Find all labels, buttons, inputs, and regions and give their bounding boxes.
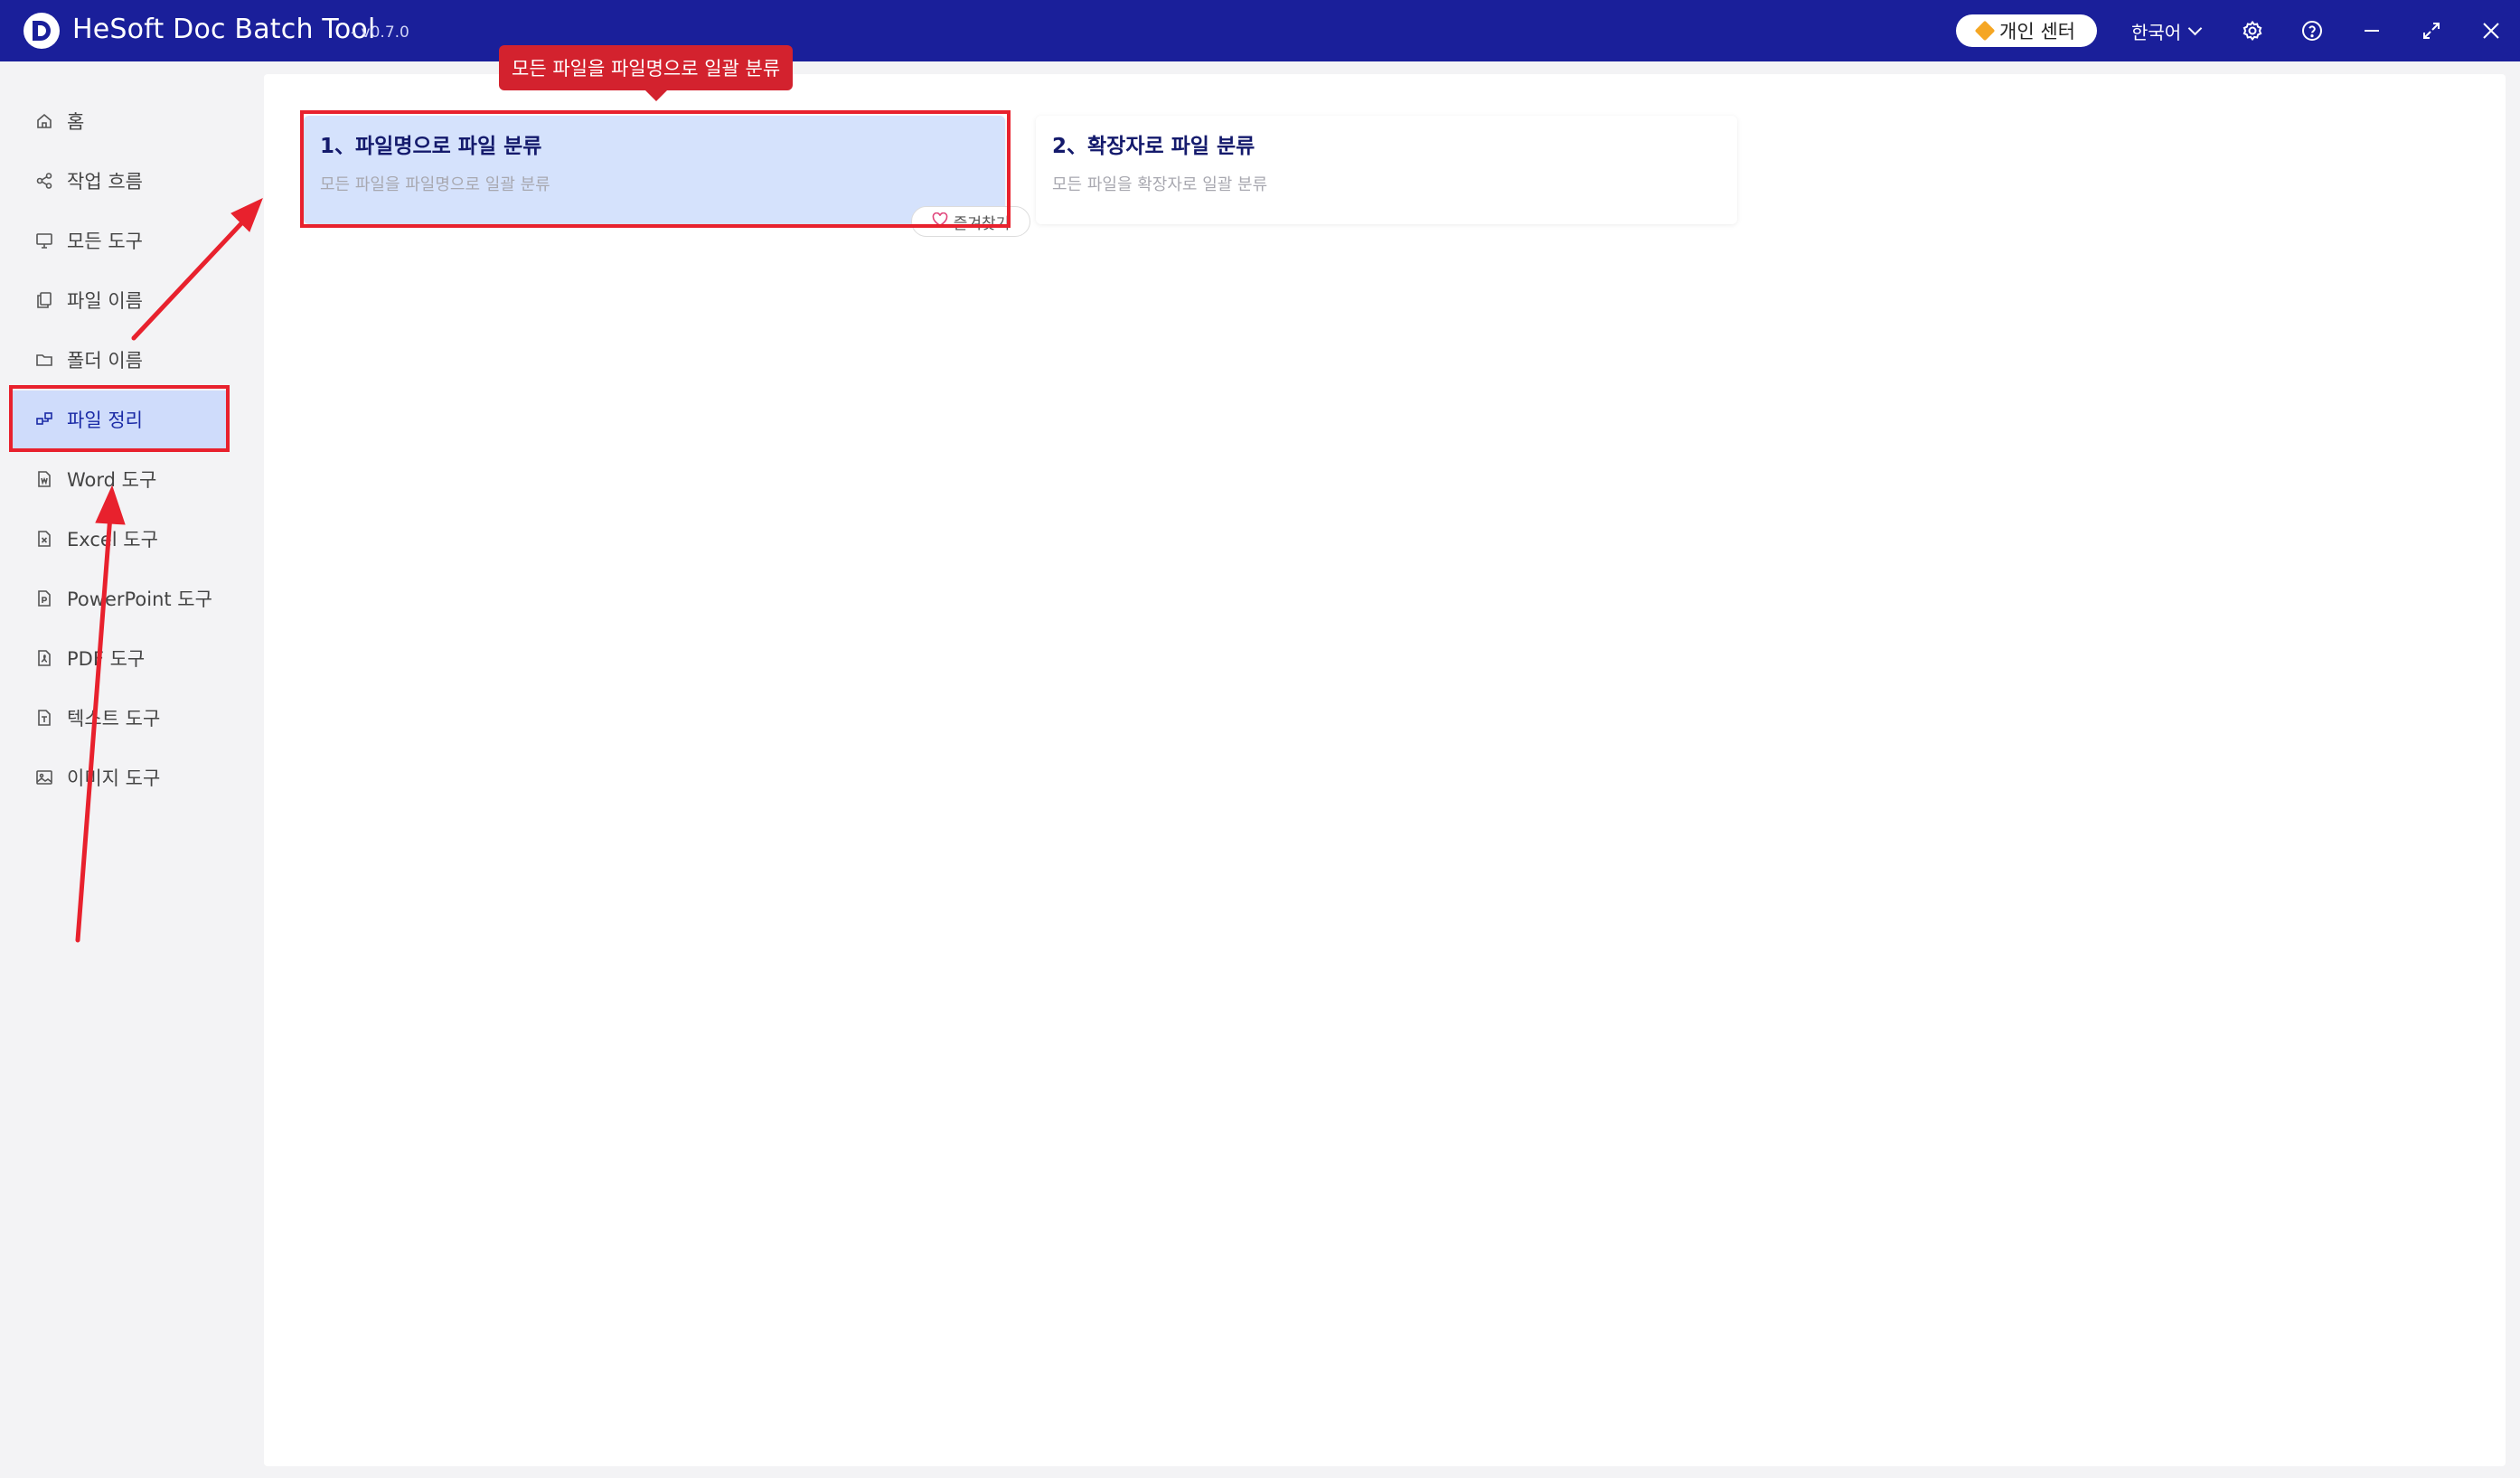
diamond-icon xyxy=(1974,20,1996,42)
language-label: 한국어 xyxy=(2131,22,2182,43)
sidebar-item-label: 작업 흐름 xyxy=(67,171,143,193)
app-logo-icon xyxy=(24,13,60,49)
sidebar-item-label: PowerPoint 도구 xyxy=(67,588,212,610)
sidebar-item-label: 텍스트 도구 xyxy=(67,708,161,730)
close-icon[interactable] xyxy=(2477,16,2506,45)
sidebar-item-label: 파일 이름 xyxy=(67,290,143,312)
sidebar-item-pdf-tools[interactable]: PDF 도구 xyxy=(13,629,228,687)
sidebar-item-home[interactable]: 홈 xyxy=(13,92,228,150)
sidebar-item-all-tools[interactable]: 모든 도구 xyxy=(13,212,228,269)
sidebar-item-powerpoint-tools[interactable]: PowerPoint 도구 xyxy=(13,570,228,627)
folder-icon xyxy=(34,350,54,370)
app-version: - v0.7.0 xyxy=(351,24,409,42)
sidebar-item-label: Excel 도구 xyxy=(67,529,158,551)
language-select[interactable]: 한국어 xyxy=(2131,18,2203,44)
word-file-icon xyxy=(34,469,54,489)
sidebar-item-file-name[interactable]: 파일 이름 xyxy=(13,271,228,329)
tool-card-classify-by-extension[interactable]: 2、확장자로 파일 분류 모든 파일을 확장자로 일괄 분류 xyxy=(1036,116,1737,224)
home-icon xyxy=(34,111,54,131)
app-title: HeSoft Doc Batch Tool xyxy=(72,14,376,45)
sidebar-item-image-tools[interactable]: 이미지 도구 xyxy=(13,748,228,806)
sidebar-item-label: Word 도구 xyxy=(67,469,157,491)
maximize-icon[interactable] xyxy=(2417,16,2446,45)
sidebar: 홈 작업 흐름 모든 도구 파일 이름 폴더 이름 파일 정리 Word 도구 … xyxy=(0,61,262,1478)
pdf-file-icon xyxy=(34,648,54,668)
workflow-icon xyxy=(34,171,54,191)
sidebar-item-text-tools[interactable]: 텍스트 도구 xyxy=(13,689,228,747)
image-icon xyxy=(34,767,54,787)
sidebar-item-excel-tools[interactable]: Excel 도구 xyxy=(13,510,228,568)
personal-center-button[interactable]: 개인 센터 xyxy=(1956,14,2097,47)
help-icon[interactable] xyxy=(2298,16,2327,45)
monitor-icon xyxy=(34,231,54,250)
card-description: 모든 파일을 확장자로 일괄 분류 xyxy=(1052,175,1268,194)
sidebar-item-word-tools[interactable]: Word 도구 xyxy=(13,450,228,508)
minimize-icon[interactable] xyxy=(2357,16,2386,45)
chevron-down-icon xyxy=(2187,21,2203,36)
annotation-highlight-card xyxy=(300,110,1011,228)
main-content: 1、파일명으로 파일 분류 모든 파일을 파일명으로 일괄 분류 2、확장자로 … xyxy=(264,74,2506,1466)
title-bar: HeSoft Doc Batch Tool - v0.7.0 개인 센터 한국어 xyxy=(0,0,2520,61)
tooltip: 모든 파일을 파일명으로 일괄 분류 xyxy=(499,45,794,90)
ppt-file-icon xyxy=(34,588,54,608)
sidebar-item-label: PDF 도구 xyxy=(67,648,146,670)
annotation-highlight-nav xyxy=(9,385,230,452)
sidebar-item-label: 모든 도구 xyxy=(67,231,143,252)
tooltip-arrow xyxy=(645,90,667,101)
sidebar-item-folder-name[interactable]: 폴더 이름 xyxy=(13,331,228,389)
text-file-icon xyxy=(34,708,54,728)
gear-icon[interactable] xyxy=(2238,16,2267,45)
sidebar-item-label: 이미지 도구 xyxy=(67,767,161,789)
sidebar-item-label: 폴더 이름 xyxy=(67,350,143,372)
personal-center-label: 개인 센터 xyxy=(1999,21,2075,42)
file-copy-icon xyxy=(34,290,54,310)
card-title: 2、확장자로 파일 분류 xyxy=(1052,135,1255,158)
excel-file-icon xyxy=(34,529,54,549)
sidebar-item-label: 홈 xyxy=(67,111,85,133)
sidebar-item-workflow[interactable]: 작업 흐름 xyxy=(13,152,228,210)
